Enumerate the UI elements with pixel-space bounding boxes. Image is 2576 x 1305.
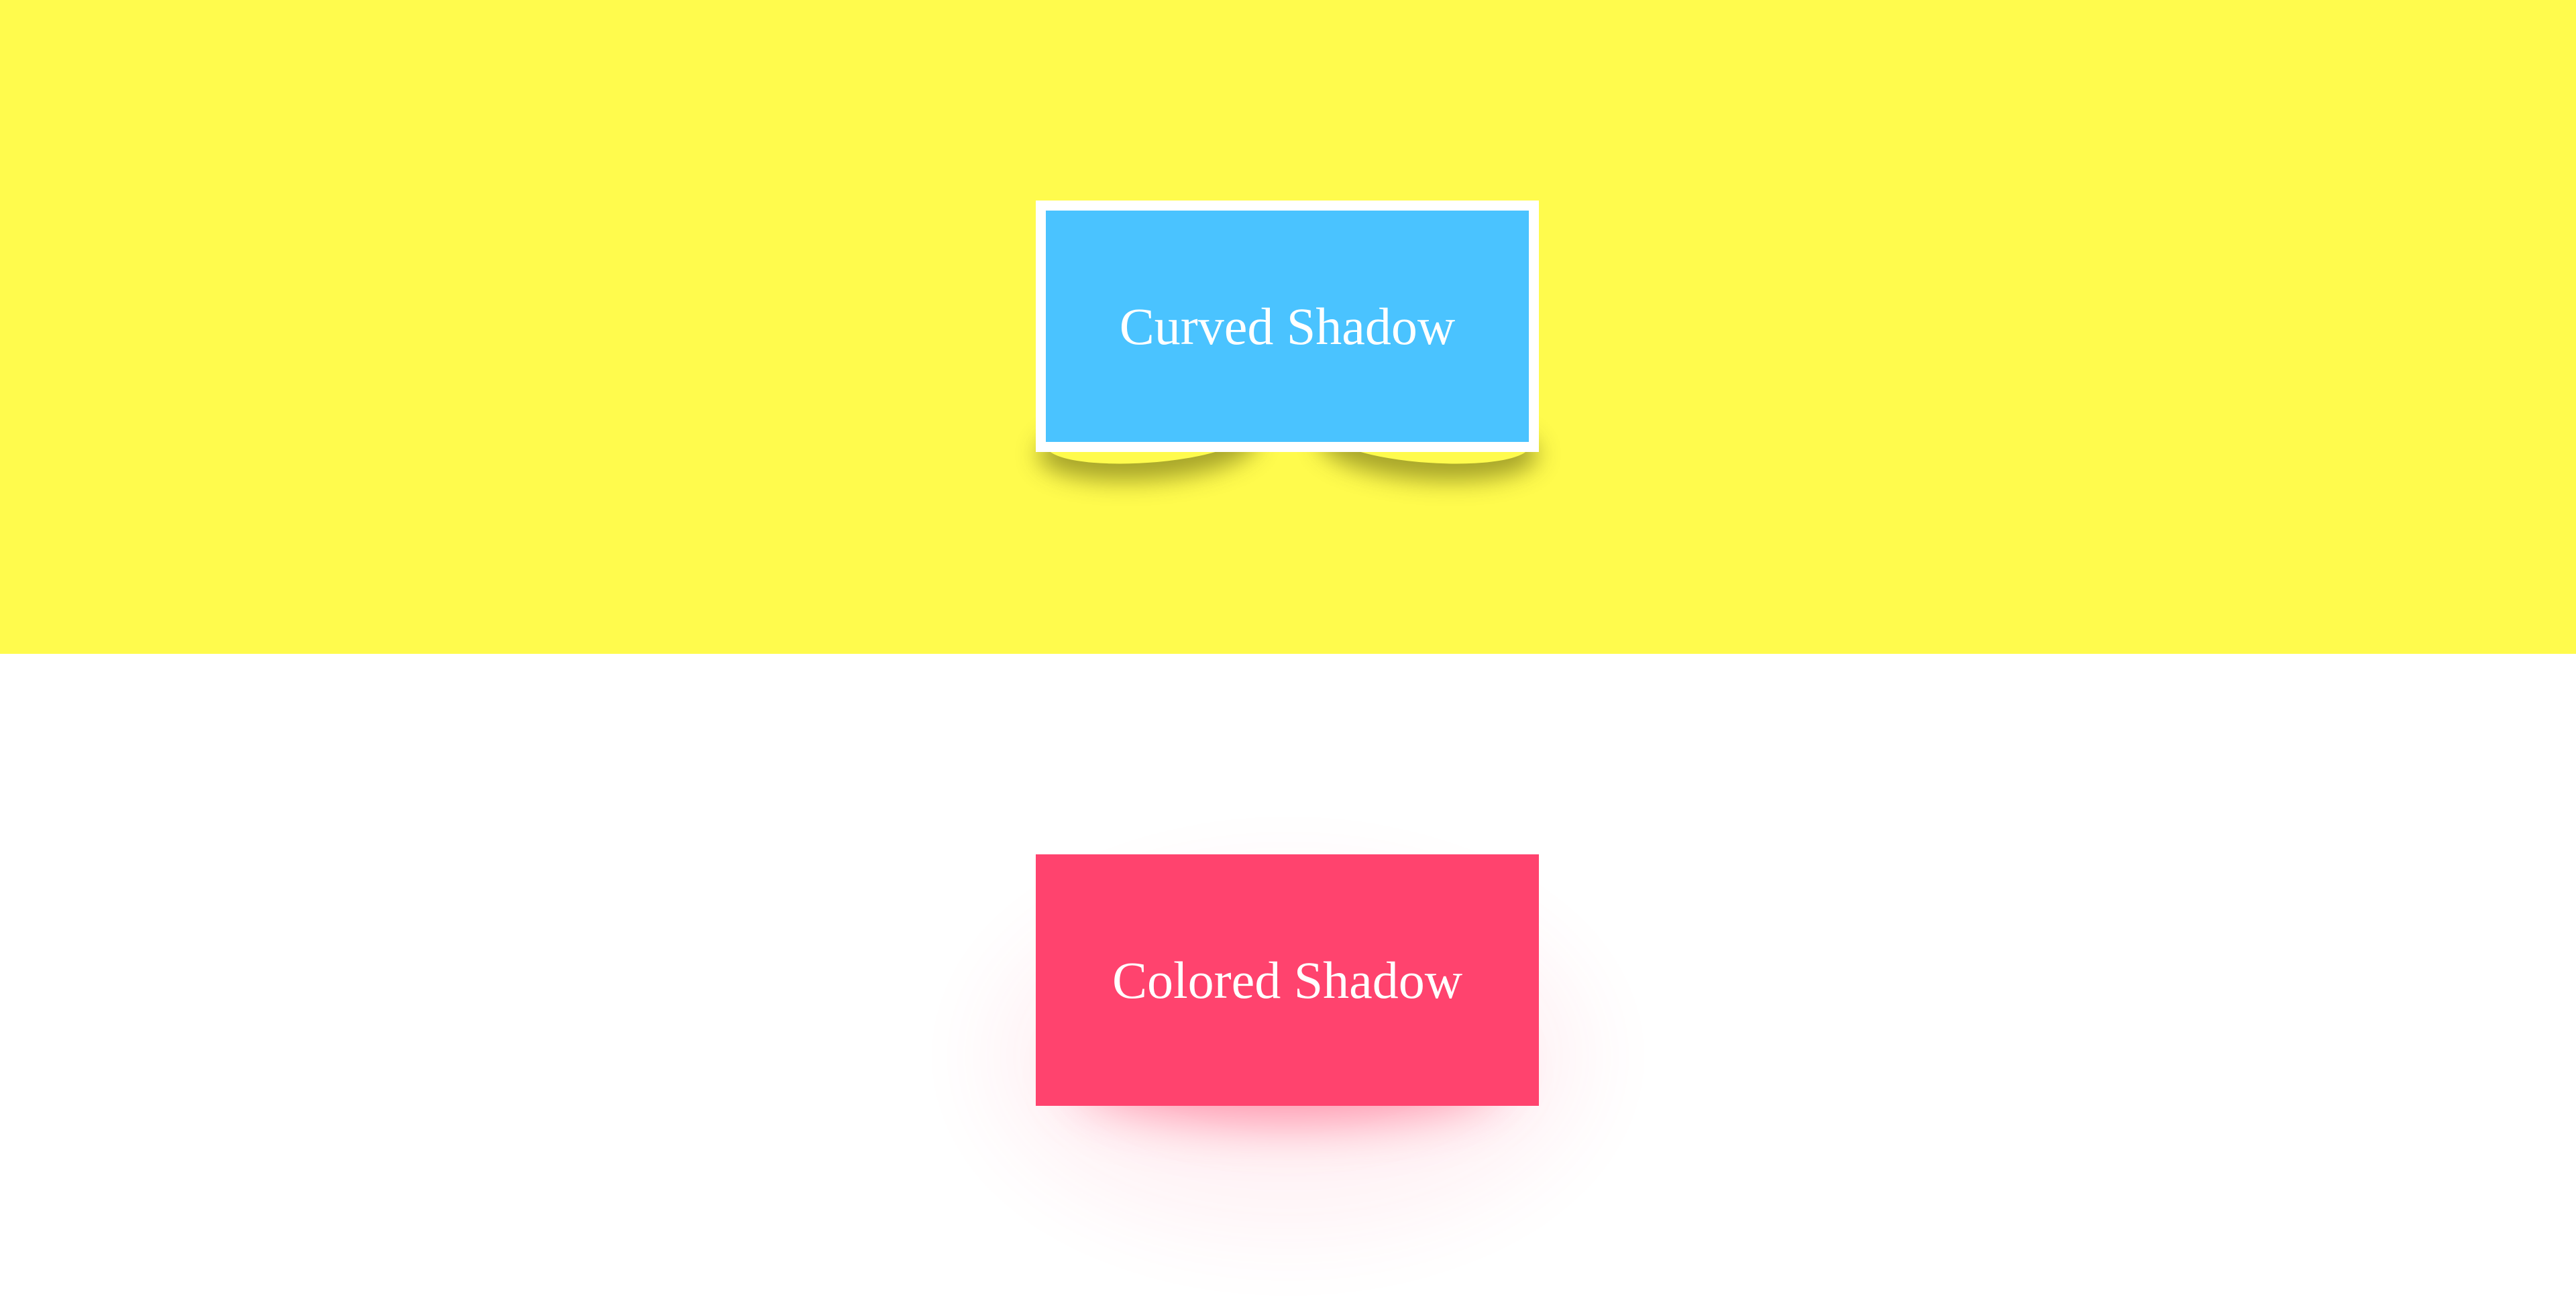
colored-shadow-label: Colored Shadow (1112, 950, 1463, 1009)
curved-shadow-section: Curved Shadow (0, 0, 2576, 654)
curved-shadow-card: Curved Shadow (1036, 201, 1539, 452)
colored-shadow-card: Colored Shadow (1036, 854, 1539, 1106)
colored-shadow-section: Colored Shadow (0, 654, 2576, 1305)
curved-shadow-label: Curved Shadow (1119, 296, 1456, 355)
